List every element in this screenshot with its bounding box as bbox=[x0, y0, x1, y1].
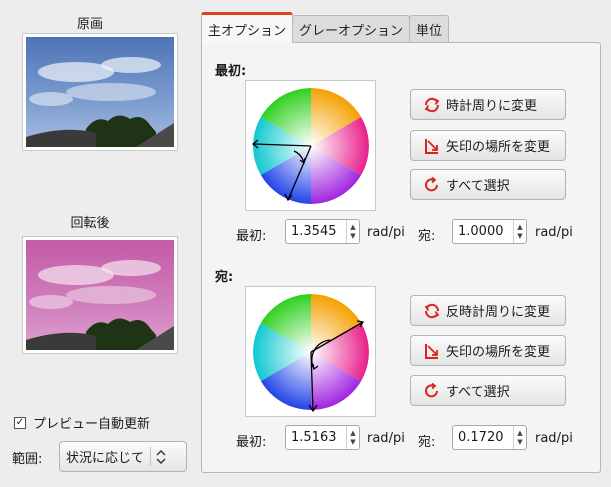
spinner-arrows-icon[interactable]: ▲ ▼ bbox=[346, 426, 359, 449]
swap-arrows-icon bbox=[423, 137, 441, 155]
from-select-all-button[interactable]: すべて選択 bbox=[410, 169, 566, 200]
to-select-all-button[interactable]: すべて選択 bbox=[410, 375, 566, 406]
rotated-preview-image bbox=[22, 236, 178, 354]
to-select-all-label: すべて選択 bbox=[446, 385, 510, 400]
original-preview-image bbox=[22, 33, 178, 151]
to-section-title: 宛: bbox=[215, 270, 234, 285]
tab-gray-options[interactable]: グレーオプション bbox=[292, 15, 411, 43]
to-first-label: 最初: bbox=[236, 435, 267, 450]
from-swap-arrows-label: 矢印の場所を変更 bbox=[446, 140, 551, 155]
to-to-label: 宛: bbox=[418, 435, 436, 450]
spinner-arrows-icon[interactable]: ▲ ▼ bbox=[513, 220, 526, 243]
refresh-icon bbox=[423, 382, 441, 400]
from-to-label: 宛: bbox=[418, 229, 436, 244]
rotate-arrows-icon bbox=[423, 96, 441, 114]
from-color-wheel[interactable] bbox=[245, 80, 376, 211]
from-first-value: 1.3545 bbox=[291, 224, 337, 239]
to-to-value: 0.1720 bbox=[458, 430, 504, 445]
range-select[interactable]: 状況に応じて bbox=[59, 441, 187, 472]
to-first-unit: rad/pi bbox=[367, 431, 405, 446]
from-first-spinner[interactable]: 1.3545 ▲ ▼ bbox=[285, 219, 360, 244]
rotated-preview-label: 回転後 bbox=[70, 216, 110, 231]
tab-units[interactable]: 単位 bbox=[409, 15, 450, 43]
range-select-value: 状況に応じて bbox=[66, 451, 145, 466]
from-rotate-clockwise-button[interactable]: 時計周りに変更 bbox=[410, 89, 566, 120]
to-swap-arrows-label: 矢印の場所を変更 bbox=[446, 345, 551, 360]
to-color-wheel[interactable] bbox=[245, 286, 376, 417]
from-to-value: 1.0000 bbox=[458, 224, 504, 239]
from-select-all-label: すべて選択 bbox=[446, 179, 510, 194]
from-section-title: 最初: bbox=[215, 64, 247, 79]
spinner-arrows-icon[interactable]: ▲ ▼ bbox=[346, 220, 359, 243]
tab-bar: 主オプション グレーオプション 単位 bbox=[201, 12, 450, 43]
spinner-arrows-icon[interactable]: ▲ ▼ bbox=[513, 426, 526, 449]
swap-arrows-icon bbox=[423, 342, 441, 360]
from-to-spinner[interactable]: 1.0000 ▲ ▼ bbox=[452, 219, 527, 244]
original-preview-label: 原画 bbox=[76, 17, 103, 32]
to-rotate-counterclockwise-button[interactable]: 反時計周りに変更 bbox=[410, 295, 566, 326]
from-first-unit: rad/pi bbox=[367, 225, 405, 240]
from-first-label: 最初: bbox=[236, 229, 267, 244]
from-to-unit: rad/pi bbox=[535, 225, 573, 240]
auto-update-checkbox[interactable]: ✓ bbox=[14, 416, 26, 429]
to-first-spinner[interactable]: 1.5163 ▲ ▼ bbox=[285, 425, 360, 450]
from-rotate-clockwise-label: 時計周りに変更 bbox=[446, 99, 538, 114]
range-label: 範囲: bbox=[12, 452, 43, 467]
from-swap-arrows-button[interactable]: 矢印の場所を変更 bbox=[410, 130, 566, 161]
updown-chevron-icon bbox=[156, 449, 166, 464]
refresh-icon bbox=[423, 176, 441, 194]
to-swap-arrows-button[interactable]: 矢印の場所を変更 bbox=[410, 335, 566, 366]
to-to-unit: rad/pi bbox=[535, 431, 573, 446]
to-to-spinner[interactable]: 0.1720 ▲ ▼ bbox=[452, 425, 527, 450]
rotate-arrows-icon bbox=[423, 302, 441, 320]
to-first-value: 1.5163 bbox=[291, 430, 337, 445]
to-rotate-counterclockwise-label: 反時計周りに変更 bbox=[446, 305, 551, 320]
auto-update-label: プレビュー自動更新 bbox=[33, 417, 151, 432]
tab-main-options[interactable]: 主オプション bbox=[201, 12, 294, 43]
auto-update-checkbox-row[interactable]: ✓ プレビュー自動更新 bbox=[14, 413, 150, 432]
